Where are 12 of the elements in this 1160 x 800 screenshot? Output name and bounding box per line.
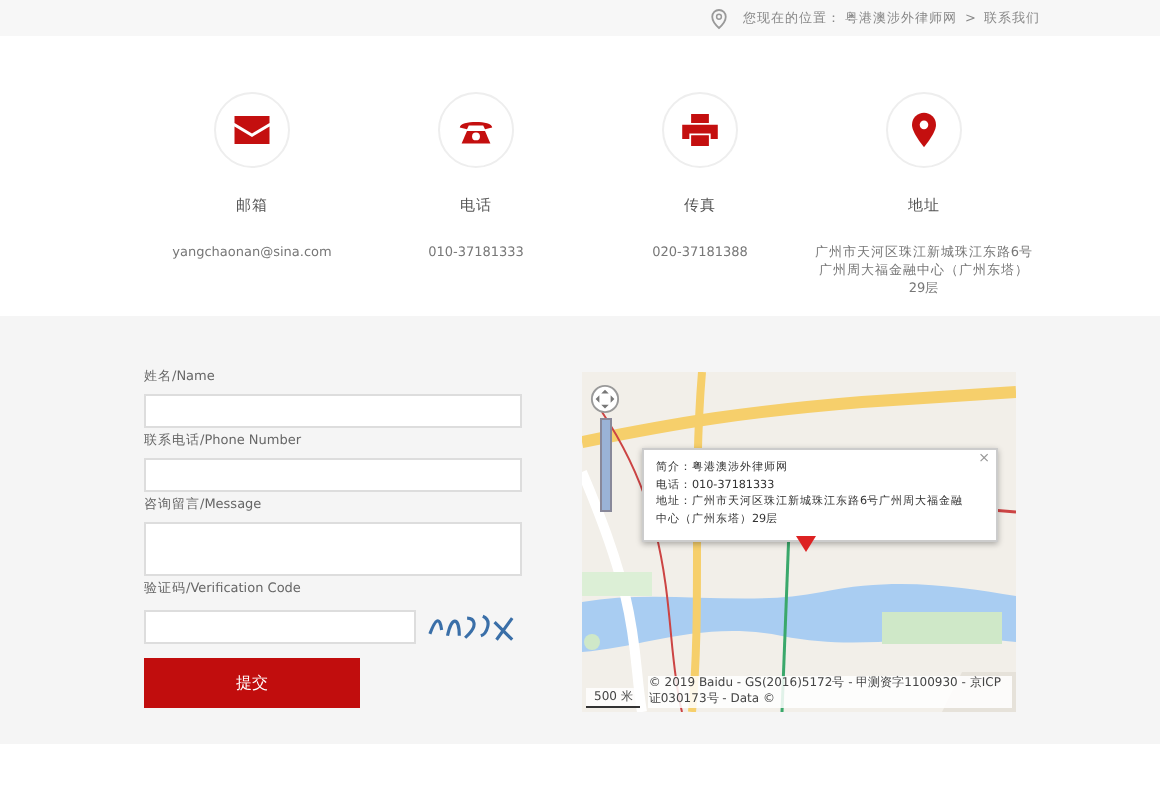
message-field[interactable] [144, 522, 522, 576]
input-field[interactable] [144, 394, 522, 428]
map-pin-icon [912, 112, 936, 148]
captcha-field[interactable] [144, 609, 416, 643]
envelope-icon [234, 116, 270, 144]
map-marker-icon [796, 536, 816, 552]
location-pin-icon [709, 7, 728, 29]
submit-button[interactable]: 提交 [144, 658, 360, 708]
input-field[interactable] [144, 458, 522, 492]
map-zoom-control[interactable] [590, 384, 620, 512]
pan-control-icon[interactable] [590, 384, 620, 414]
printer-icon [682, 114, 718, 146]
